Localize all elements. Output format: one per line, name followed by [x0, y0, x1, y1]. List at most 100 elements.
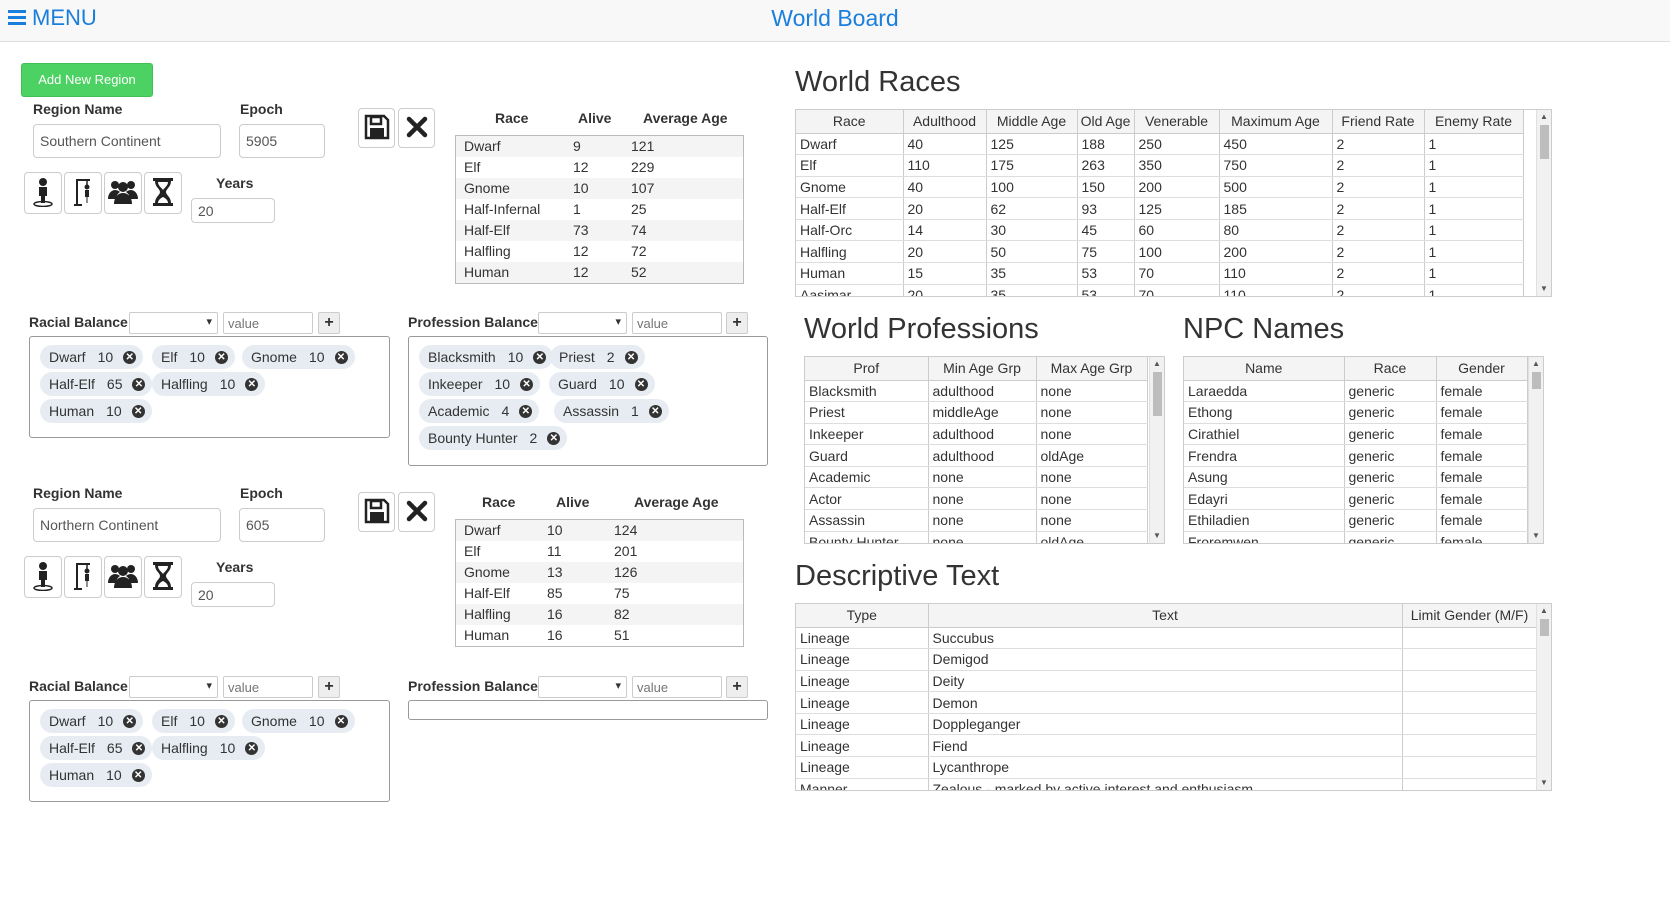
remove-tag-icon[interactable]: ✕	[245, 378, 259, 391]
scroll-thumb[interactable]	[1540, 125, 1549, 159]
scroll-down-icon[interactable]: ▼	[1150, 529, 1164, 543]
table-row[interactable]: Aasimar 20 35 53 70 110 2 1	[796, 284, 1524, 296]
profession-tag[interactable]: Priest 2 ✕	[550, 345, 645, 369]
region-name-input[interactable]	[33, 508, 221, 542]
remove-tag-icon[interactable]: ✕	[648, 405, 662, 418]
profession-tag[interactable]: Blacksmith 10 ✕	[419, 345, 554, 369]
vertical-scrollbar[interactable]: ▲ ▼	[1528, 357, 1543, 543]
years-input[interactable]	[191, 198, 275, 223]
table-row[interactable]: Bounty Hunter none oldAge	[805, 531, 1148, 543]
racial-balance-select[interactable]	[129, 312, 218, 334]
birth-button[interactable]	[24, 556, 62, 598]
vertical-scrollbar[interactable]: ▲ ▼	[1149, 357, 1164, 543]
column-header[interactable]: Max Age Grp	[1036, 357, 1148, 381]
table-row[interactable]: Lineage Demigod	[796, 648, 1538, 671]
table-row[interactable]: Actor none none	[805, 487, 1148, 511]
table-row[interactable]: Lineage Lycanthrope	[796, 756, 1538, 779]
table-row[interactable]: Gnome 40 100 150 200 500 2 1	[796, 176, 1524, 199]
region-name-input[interactable]	[33, 124, 221, 158]
table-row[interactable]: Edayri generic female	[1184, 487, 1528, 511]
racial-tag[interactable]: Human 10 ✕	[40, 763, 152, 787]
column-header[interactable]: Old Age	[1077, 110, 1135, 134]
racial-tag[interactable]: Dwarf 10 ✕	[40, 345, 144, 369]
remove-tag-icon[interactable]: ✕	[123, 715, 137, 728]
table-row[interactable]: Laraedda generic female	[1184, 380, 1528, 403]
remove-tag-icon[interactable]: ✕	[634, 378, 648, 391]
profession-balance-select[interactable]	[538, 312, 627, 334]
remove-tag-icon[interactable]: ✕	[624, 351, 638, 364]
advance-time-button[interactable]	[144, 556, 182, 598]
scroll-down-icon[interactable]: ▼	[1529, 529, 1543, 543]
profession-balance-value-input[interactable]	[632, 676, 722, 698]
table-row[interactable]: Guard adulthood oldAge	[805, 444, 1148, 467]
racial-tag[interactable]: Halfling 10 ✕	[152, 736, 266, 760]
table-row[interactable]: Assassin none none	[805, 509, 1148, 532]
racial-tag[interactable]: Elf 10 ✕	[152, 709, 235, 733]
table-row[interactable]: Lineage Deity	[796, 670, 1538, 693]
scroll-up-icon[interactable]: ▲	[1537, 604, 1551, 618]
profession-tag[interactable]: Assassin 1 ✕	[554, 399, 669, 423]
scroll-up-icon[interactable]: ▲	[1529, 357, 1543, 371]
remove-tag-icon[interactable]: ✕	[533, 351, 547, 364]
remove-tag-icon[interactable]: ✕	[214, 351, 228, 364]
table-row[interactable]: Priest middleAge none	[805, 401, 1148, 424]
racial-tag[interactable]: Elf 10 ✕	[152, 345, 235, 369]
column-header[interactable]: Prof	[805, 357, 929, 381]
table-row[interactable]: Blacksmith adulthood none	[805, 380, 1148, 403]
racial-balance-select[interactable]	[129, 676, 218, 698]
racial-tag[interactable]: Human 10 ✕	[40, 399, 152, 423]
table-row[interactable]: Half-Orc 14 30 45 60 80 2 1	[796, 219, 1524, 242]
population-button[interactable]	[104, 172, 142, 214]
racial-tag[interactable]: Halfling 10 ✕	[152, 372, 266, 396]
column-header[interactable]: Gender	[1436, 357, 1528, 381]
column-header[interactable]: Min Age Grp	[928, 357, 1037, 381]
add-new-region-button[interactable]: Add New Region	[21, 63, 153, 97]
column-header[interactable]: Venerable	[1134, 110, 1220, 134]
column-header[interactable]: Limit Gender (M/F)	[1402, 604, 1538, 628]
table-row[interactable]: Frendra generic female	[1184, 444, 1528, 467]
years-input[interactable]	[191, 582, 275, 607]
column-header[interactable]: Name	[1184, 357, 1345, 381]
table-row[interactable]: Ethong generic female	[1184, 401, 1528, 424]
epoch-input[interactable]	[239, 508, 325, 542]
table-row[interactable]: Froremwen generic female	[1184, 531, 1528, 543]
table-row[interactable]: Academic none none	[805, 466, 1148, 489]
scroll-up-icon[interactable]: ▲	[1150, 357, 1164, 371]
scroll-thumb[interactable]	[1532, 372, 1541, 389]
remove-tag-icon[interactable]: ✕	[131, 405, 145, 418]
profession-tag[interactable]: Academic 4 ✕	[419, 399, 540, 423]
column-header[interactable]: Middle Age	[986, 110, 1078, 134]
racial-tag[interactable]: Gnome 10 ✕	[242, 709, 355, 733]
column-header[interactable]: Adulthood	[903, 110, 987, 134]
table-row[interactable]: Lineage Doppleganger	[796, 713, 1538, 736]
profession-tag[interactable]: Bounty Hunter 2 ✕	[419, 426, 568, 450]
table-row[interactable]: Ethiladien generic female	[1184, 509, 1528, 532]
profession-balance-select[interactable]	[538, 676, 627, 698]
table-row[interactable]: Asung generic female	[1184, 466, 1528, 489]
racial-tag[interactable]: Half-Elf 65 ✕	[40, 372, 153, 396]
table-row[interactable]: Lineage Demon	[796, 691, 1538, 714]
remove-tag-icon[interactable]: ✕	[245, 742, 259, 755]
delete-region-button[interactable]	[398, 492, 435, 532]
death-button[interactable]	[64, 172, 102, 214]
table-row[interactable]: Cirathiel generic female	[1184, 423, 1528, 446]
table-row[interactable]: Lineage Succubus	[796, 627, 1538, 650]
column-header[interactable]: Race	[796, 110, 904, 134]
column-header[interactable]: Text	[928, 604, 1403, 628]
remove-tag-icon[interactable]: ✕	[520, 378, 534, 391]
table-row[interactable]: Dwarf 40 125 188 250 450 2 1	[796, 133, 1524, 156]
column-header[interactable]: Type	[796, 604, 929, 628]
table-row[interactable]: Lineage Fiend	[796, 734, 1538, 758]
remove-tag-icon[interactable]: ✕	[123, 351, 137, 364]
remove-tag-icon[interactable]: ✕	[214, 715, 228, 728]
birth-button[interactable]	[24, 172, 62, 214]
save-region-button[interactable]	[358, 492, 395, 532]
remove-tag-icon[interactable]: ✕	[547, 432, 561, 445]
advance-time-button[interactable]	[144, 172, 182, 214]
remove-tag-icon[interactable]: ✕	[132, 378, 146, 391]
column-header[interactable]: Enemy Rate	[1424, 110, 1524, 134]
death-button[interactable]	[64, 556, 102, 598]
scroll-up-icon[interactable]: ▲	[1537, 110, 1551, 124]
remove-tag-icon[interactable]: ✕	[334, 351, 348, 364]
table-row[interactable]: Manner Zealous - marked by active interes…	[796, 778, 1538, 790]
